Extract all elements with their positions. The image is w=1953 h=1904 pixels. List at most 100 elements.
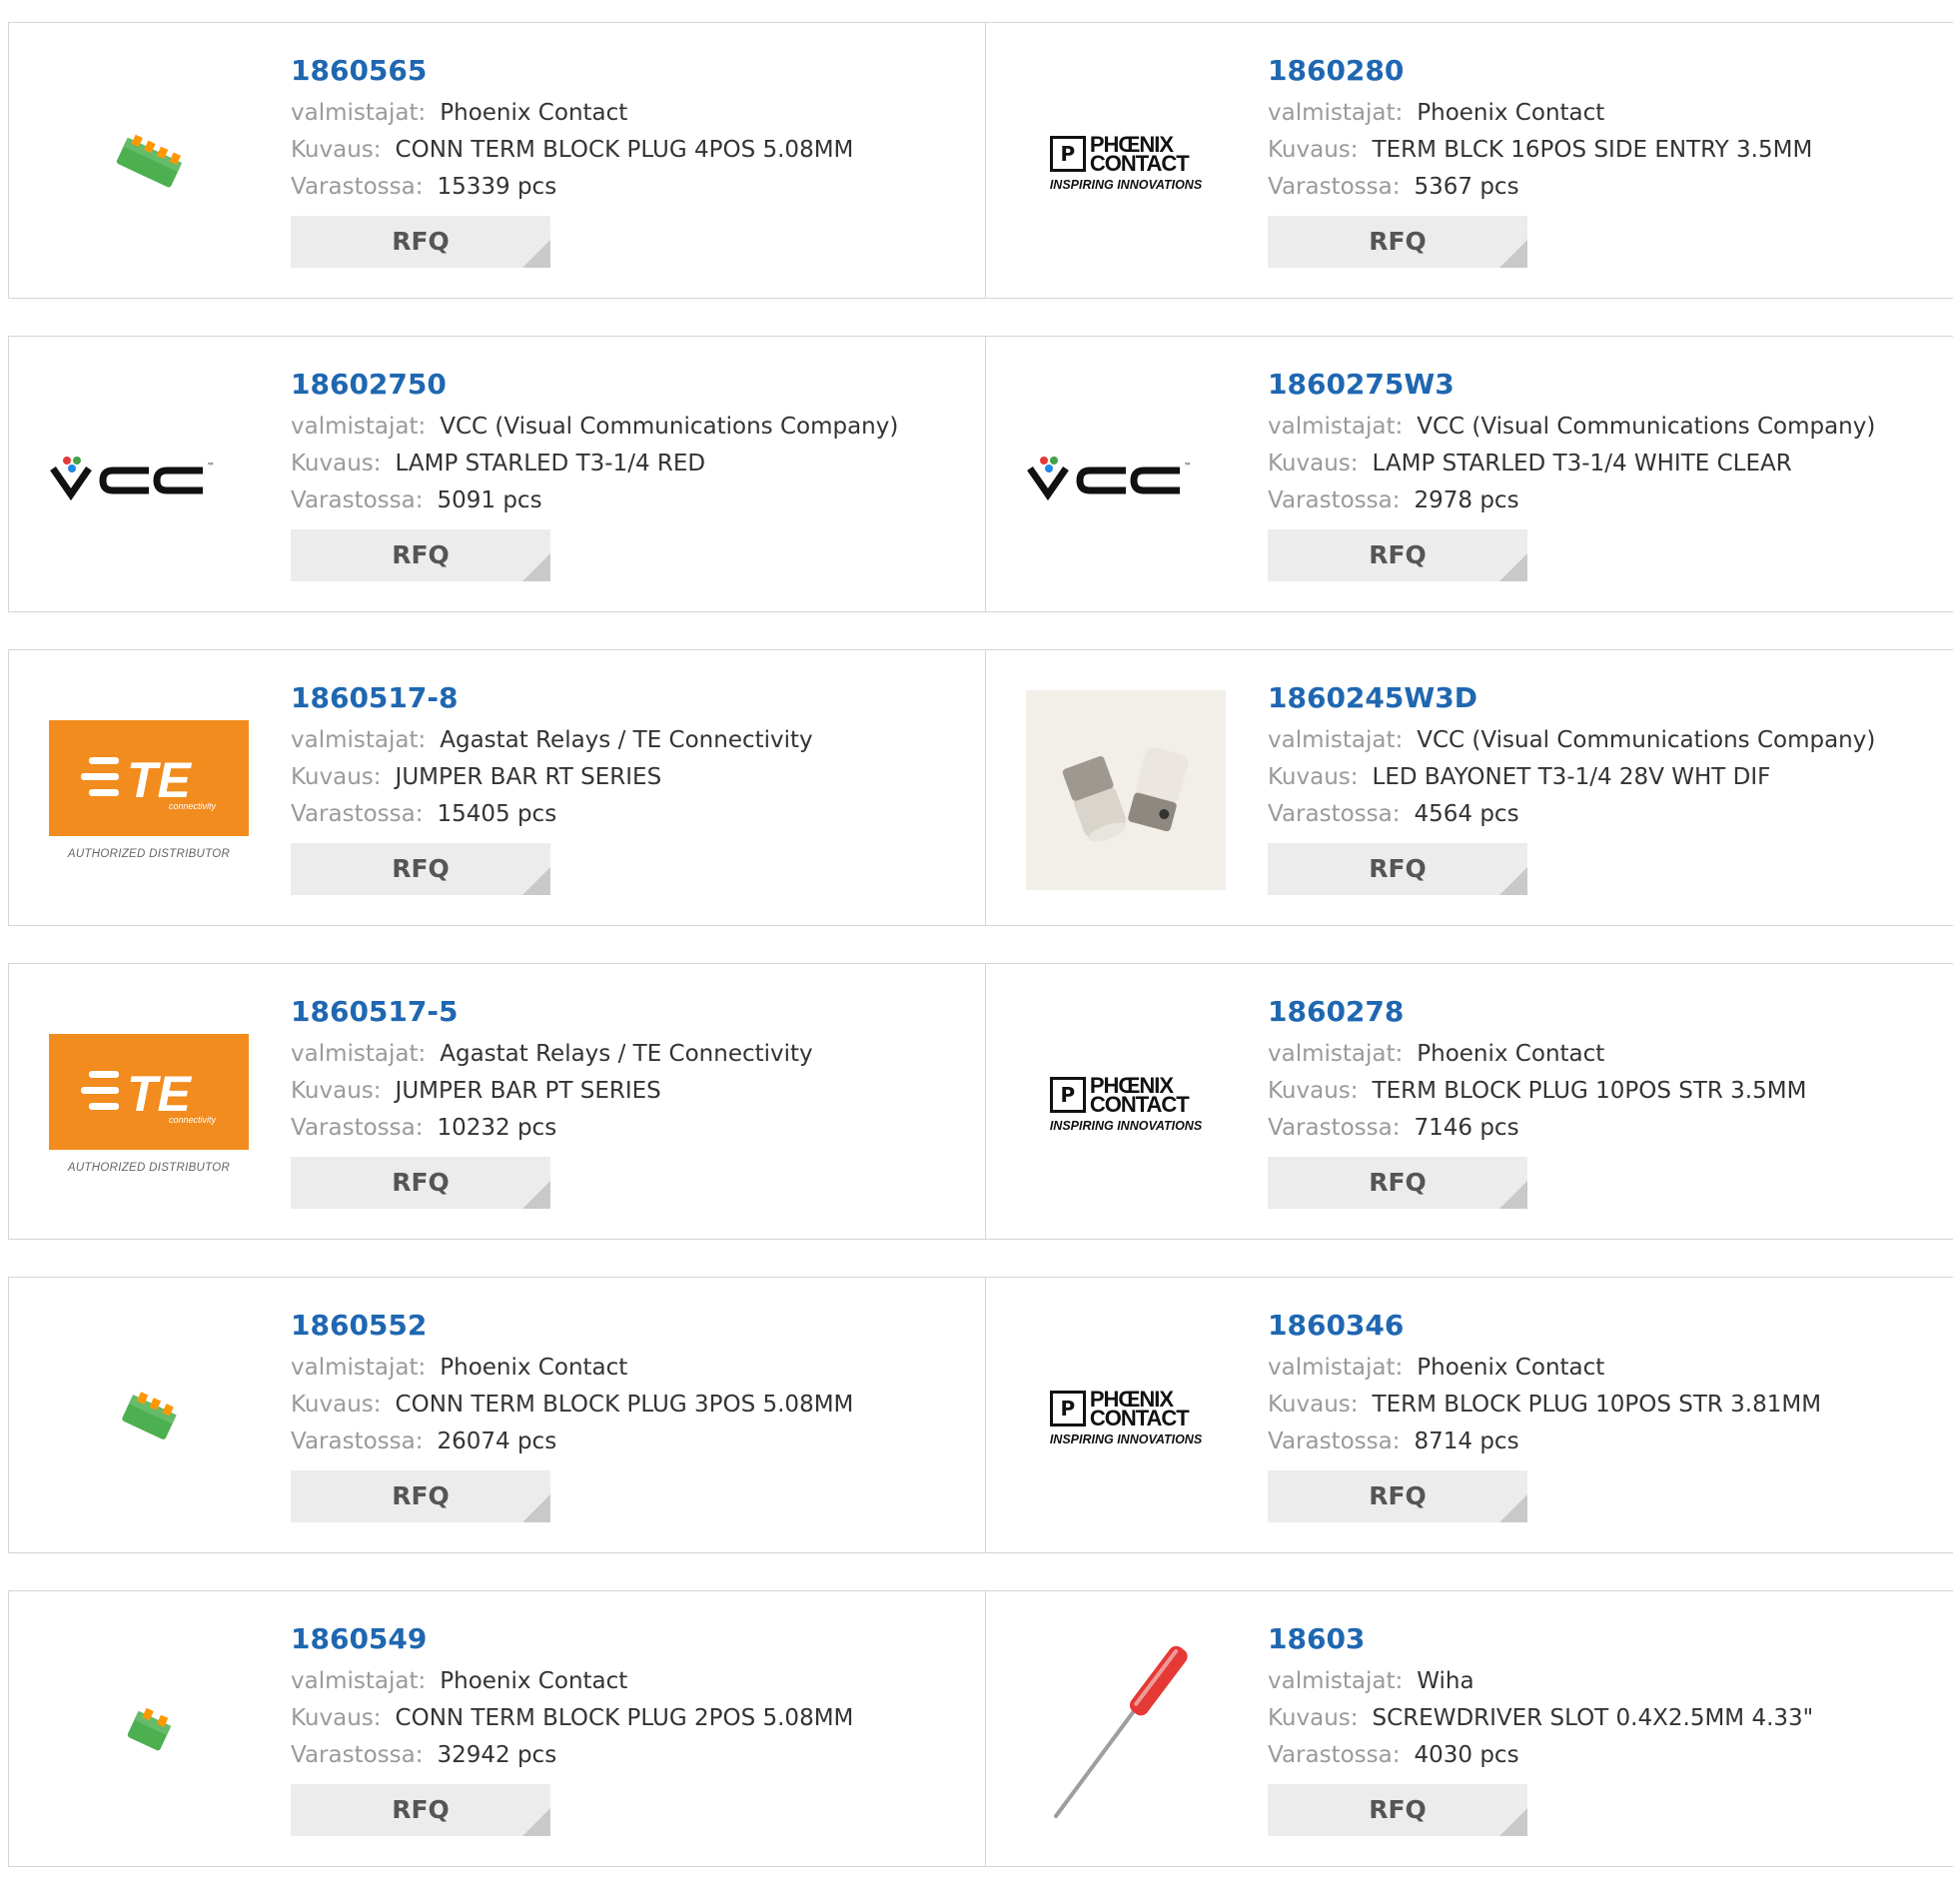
stock-value: 8714 pcs [1414,1428,1519,1454]
description-label: Kuvaus: [1268,451,1359,476]
product-image-vcc-logo[interactable]: ™ [49,377,249,576]
manufacturer-row: valmistajat: Agastat Relays / TE Connecti… [291,1036,975,1073]
rfq-label: RFQ [1369,1481,1427,1510]
product-card: ™ 18602750 valmistajat: VCC (Visual Commu… [8,337,986,611]
manufacturer-value: Wiha [1417,1668,1474,1694]
rfq-label: RFQ [392,1168,450,1197]
stock-value: 4030 pcs [1414,1742,1519,1768]
product-image-terminal-block[interactable] [49,1318,249,1517]
stock-row: Varastossa: 15339 pcs [291,169,975,206]
phoenix-contact-logo: P PHŒNIX CONTACT INSPIRING INNOVATIONS [1049,133,1202,192]
product-card: P PHŒNIX CONTACT INSPIRING INNOVATIONS 186… [986,1278,1953,1552]
logo-text: CONTACT [1089,1091,1190,1117]
manufacturer-row: valmistajat: Phoenix Contact [1268,95,1943,132]
part-number-link[interactable]: 18602750 [291,365,975,405]
description-row: Kuvaus: JUMPER BAR RT SERIES [291,759,975,796]
svg-text:connectivity: connectivity [169,801,217,811]
product-card: 18603 valmistajat: Wiha Kuvaus: SCREWDRIVE… [986,1591,1953,1866]
description-value: SCREWDRIVER SLOT 0.4X2.5MM 4.33" [1372,1705,1814,1731]
product-info: 18603 valmistajat: Wiha Kuvaus: SCREWDRIVE… [1268,1619,1943,1836]
product-image-vcc-logo[interactable]: ™ [1026,377,1226,576]
product-card: 1860565 valmistajat: Phoenix Contact Kuva… [8,23,986,298]
phoenix-mark-icon: P [1049,135,1086,172]
rfq-button[interactable]: RFQ [1268,529,1527,581]
manufacturer-value: Agastat Relays / TE Connectivity [440,1041,813,1067]
part-number-link[interactable]: 1860552 [291,1306,975,1346]
part-number-link[interactable]: 1860275W3 [1268,365,1943,405]
description-row: Kuvaus: TERM BLCK 16POS SIDE ENTRY 3.5MM [1268,132,1943,169]
terminal-block-icon [116,134,183,188]
stock-value: 10232 pcs [437,1115,557,1141]
part-number-link[interactable]: 1860346 [1268,1306,1943,1346]
description-label: Kuvaus: [291,764,382,790]
description-row: Kuvaus: SCREWDRIVER SLOT 0.4X2.5MM 4.33" [1268,1700,1943,1737]
rfq-button[interactable]: RFQ [291,529,550,581]
stock-value: 32942 pcs [437,1742,557,1768]
rfq-button[interactable]: RFQ [1268,1784,1527,1836]
te-connectivity-logo: TE connectivity AUTHORIZED DISTRIBUTOR [49,1034,249,1174]
manufacturer-label: valmistajat: [291,414,427,440]
rfq-button[interactable]: RFQ [1268,216,1527,268]
description-value: LAMP STARLED T3-1/4 WHITE CLEAR [1372,451,1792,476]
stock-value: 26074 pcs [437,1428,557,1454]
product-row: 1860565 valmistajat: Phoenix Contact Kuva… [8,22,1953,299]
rfq-button[interactable]: RFQ [291,216,550,268]
rfq-button[interactable]: RFQ [291,1784,550,1836]
corner-triangle-icon [522,240,550,268]
rfq-button[interactable]: RFQ [1268,1470,1527,1522]
manufacturer-value: VCC (Visual Communications Company) [1417,414,1876,440]
rfq-button[interactable]: RFQ [291,1157,550,1209]
manufacturer-value: Phoenix Contact [1417,1041,1605,1067]
corner-triangle-icon [1499,1494,1527,1522]
part-number-link[interactable]: 1860549 [291,1619,975,1659]
rfq-button[interactable]: RFQ [1268,843,1527,895]
rfq-button[interactable]: RFQ [1268,1157,1527,1209]
product-image-phoenix-logo[interactable]: P PHŒNIX CONTACT INSPIRING INNOVATIONS [1026,63,1226,263]
description-value: CONN TERM BLOCK PLUG 4POS 5.08MM [395,137,854,163]
description-label: Kuvaus: [1268,764,1359,790]
product-image-terminal-block[interactable] [49,1631,249,1831]
part-number-link[interactable]: 1860517-5 [291,992,975,1032]
phoenix-mark-icon: P [1049,1076,1086,1113]
product-info: 1860565 valmistajat: Phoenix Contact Kuva… [291,51,975,268]
part-number-link[interactable]: 1860278 [1268,992,1943,1032]
rfq-button[interactable]: RFQ [291,843,550,895]
part-number-link[interactable]: 1860565 [291,51,975,91]
part-number-link[interactable]: 1860245W3D [1268,678,1943,718]
logo-text: CONTACT [1089,1405,1190,1430]
product-image-led-bayonet[interactable] [1026,690,1226,890]
rfq-label: RFQ [392,854,450,883]
stock-row: Varastossa: 26074 pcs [291,1424,975,1460]
product-image-phoenix-logo[interactable]: P PHŒNIX CONTACT INSPIRING INNOVATIONS [1026,1004,1226,1204]
product-image-te-logo[interactable]: TE connectivity AUTHORIZED DISTRIBUTOR [49,690,249,890]
description-value: JUMPER BAR RT SERIES [395,764,662,790]
vcc-logo: ™ [1027,457,1192,501]
manufacturer-value: Phoenix Contact [1417,1355,1605,1381]
description-value: LAMP STARLED T3-1/4 RED [395,451,706,476]
description-value: TERM BLOCK PLUG 10POS STR 3.5MM [1372,1078,1807,1104]
product-card: ™ 1860275W3 valmistajat: VCC (Visual Comm… [986,337,1953,611]
rfq-label: RFQ [1369,1168,1427,1197]
stock-value: 4564 pcs [1414,801,1519,827]
logo-text: CONTACT [1089,150,1190,176]
stock-row: Varastossa: 32942 pcs [291,1737,975,1774]
product-image-phoenix-logo[interactable]: P PHŒNIX CONTACT INSPIRING INNOVATIONS [1026,1318,1226,1517]
part-number-link[interactable]: 1860280 [1268,51,1943,91]
product-image-terminal-block[interactable] [49,63,249,263]
rfq-button[interactable]: RFQ [291,1470,550,1522]
part-number-link[interactable]: 1860517-8 [291,678,975,718]
rfq-label: RFQ [1369,1795,1427,1824]
part-number-link[interactable]: 18603 [1268,1619,1943,1659]
product-image-screwdriver[interactable] [1026,1631,1226,1831]
rfq-label: RFQ [392,1481,450,1510]
manufacturer-label: valmistajat: [1268,1668,1404,1694]
product-info: 1860552 valmistajat: Phoenix Contact Kuva… [291,1306,975,1522]
corner-triangle-icon [1499,1181,1527,1209]
phoenix-mark-icon: P [1049,1390,1086,1427]
corner-triangle-icon [522,1494,550,1522]
manufacturer-row: valmistajat: VCC (Visual Communications C… [1268,722,1943,759]
corner-triangle-icon [522,1808,550,1836]
stock-label: Varastossa: [1268,1115,1401,1141]
description-row: Kuvaus: JUMPER BAR PT SERIES [291,1073,975,1110]
product-image-te-logo[interactable]: TE connectivity AUTHORIZED DISTRIBUTOR [49,1004,249,1204]
